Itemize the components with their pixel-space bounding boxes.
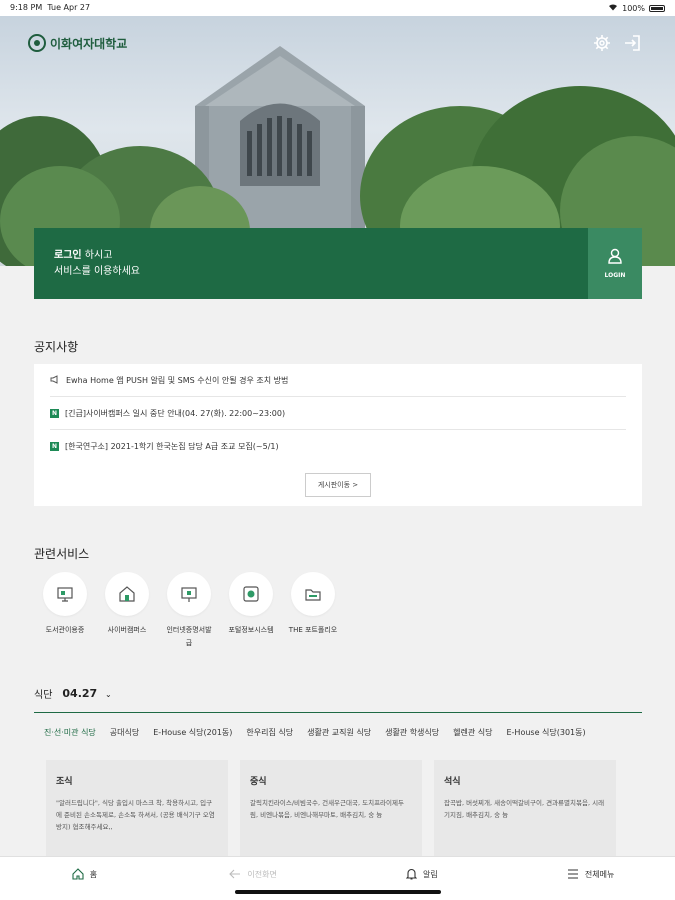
meal-card-dinner: 석식 잡곡밥, 버섯찌개, 새송이떡갈비구이, 견과류멸치볶음, 시래기지짐, … bbox=[434, 760, 616, 856]
user-icon bbox=[608, 248, 622, 266]
status-bar: 9:18 PM Tue Apr 27 100% bbox=[0, 0, 675, 16]
service-label: 사이버캠퍼스 bbox=[107, 626, 147, 634]
service-portfolio[interactable]: THE 포트폴리오 bbox=[282, 572, 344, 650]
library-icon bbox=[43, 572, 87, 616]
nav-back-label: 이전화면 bbox=[247, 870, 277, 879]
notice-text: [한국연구소] 2021-1학기 한국논집 담당 A급 조교 모집(~5/1) bbox=[65, 442, 279, 451]
meal-card-menu: 잡곡밥, 버섯찌개, 새송이떡갈비구이, 견과류멸치볶음, 시래기지짐, 배추김… bbox=[444, 799, 605, 819]
new-badge: N bbox=[50, 442, 59, 451]
folder-icon bbox=[291, 572, 335, 616]
meal-card-lunch: 중식 갈릭치킨라이스/비빔국수, 건새우근대국, 도치프라이제두림, 비엔나볶음… bbox=[240, 760, 422, 856]
meal-card-title: 중식 bbox=[250, 777, 267, 787]
megaphone-icon bbox=[50, 374, 60, 386]
status-time: 9:18 PM Tue Apr 27 bbox=[10, 3, 91, 12]
bell-icon bbox=[405, 868, 418, 882]
meal-card-menu: "알러드립니다", 식당 출입시 마스크 착, 착용하시고, 입구에 준비된 손… bbox=[56, 799, 215, 831]
notice-item[interactable]: N [긴급]사이버캠퍼스 일시 중단 안내(04. 27(화). 22:00~2… bbox=[50, 397, 626, 430]
notices-title: 공지사항 bbox=[34, 340, 79, 354]
chevron-down-icon: ⌄ bbox=[105, 690, 112, 699]
meal-card-breakfast: 조식 "알러드립니다", 식당 출입시 마스크 착, 착용하시고, 입구에 준비… bbox=[46, 760, 228, 856]
service-library[interactable]: 도서관이용증 bbox=[34, 572, 96, 650]
meal-card-title: 조식 bbox=[56, 777, 73, 787]
service-label: 포털정보시스템 bbox=[228, 626, 274, 634]
tab-restaurant[interactable]: 생활관 학생식당 bbox=[385, 727, 439, 738]
meal-date-selector[interactable]: 04.27 ⌄ bbox=[62, 687, 111, 700]
service-label: 인터넷증명서발급 bbox=[166, 626, 212, 647]
back-arrow-icon bbox=[229, 869, 241, 881]
notice-text: [긴급]사이버캠퍼스 일시 중단 안내(04. 27(화). 22:00~23:… bbox=[65, 408, 286, 418]
tab-restaurant[interactable]: 헬렌관 식당 bbox=[453, 727, 492, 738]
battery-percent: 100% bbox=[622, 3, 645, 13]
nav-alerts-label: 알림 bbox=[423, 870, 438, 879]
notice-item[interactable]: Ewha Home 앱 PUSH 알림 및 SMS 수신이 안될 경우 조치 방… bbox=[50, 364, 626, 397]
meal-title: 식단 bbox=[34, 690, 53, 701]
battery-icon bbox=[649, 4, 665, 12]
meal-card-title: 석식 bbox=[444, 777, 461, 787]
notice-text: Ewha Home 앱 PUSH 알림 및 SMS 수신이 안될 경우 조치 방… bbox=[66, 375, 289, 385]
services-title: 관련서비스 bbox=[34, 547, 90, 561]
service-certificate[interactable]: 인터넷증명서발급 bbox=[158, 572, 220, 650]
status-right: 100% bbox=[608, 3, 665, 13]
settings-gear-icon[interactable] bbox=[593, 34, 611, 52]
nav-menu[interactable]: 전체메뉴 bbox=[506, 857, 675, 900]
service-label: 도서관이용증 bbox=[45, 626, 85, 634]
nav-home[interactable]: 홈 bbox=[0, 857, 169, 900]
home-indicator bbox=[235, 890, 441, 894]
tab-restaurant[interactable]: E-House 식당(201동) bbox=[153, 727, 232, 738]
login-button-label: LOGIN bbox=[604, 272, 626, 279]
wifi-icon bbox=[608, 3, 618, 13]
login-button[interactable]: LOGIN bbox=[588, 228, 642, 299]
meal-header: 식단 04.27 ⌄ bbox=[34, 686, 112, 701]
menu-list-icon bbox=[567, 868, 579, 881]
nav-menu-label: 전체메뉴 bbox=[584, 870, 615, 879]
service-cybercampus[interactable]: 사이버캠퍼스 bbox=[96, 572, 158, 650]
service-label: THE 포트폴리오 bbox=[288, 626, 338, 634]
tab-restaurant[interactable]: 생활관 교직원 식당 bbox=[307, 727, 371, 738]
home-icon bbox=[72, 867, 84, 882]
meal-cards: 조식 "알러드립니다", 식당 출입시 마스크 착, 착용하시고, 입구에 준비… bbox=[46, 760, 616, 856]
board-more-button[interactable]: 게시판이동 > bbox=[305, 473, 371, 497]
ewha-logo[interactable]: 이화여자대학교 bbox=[28, 34, 127, 52]
notice-item[interactable]: N [한국연구소] 2021-1학기 한국논집 담당 A급 조교 모집(~5/1… bbox=[50, 430, 626, 463]
ewha-emblem-icon bbox=[28, 34, 46, 52]
tab-restaurant[interactable]: 공대식당 bbox=[110, 727, 139, 738]
certificate-icon bbox=[167, 572, 211, 616]
portal-icon bbox=[229, 572, 273, 616]
tab-restaurant[interactable]: E-House 식당(301동) bbox=[506, 727, 585, 738]
nav-home-label: 홈 bbox=[89, 870, 98, 879]
logo-text: 이화여자대학교 bbox=[50, 36, 128, 51]
services-list: 도서관이용증 사이버캠퍼스 인터넷증명서발급 포털정보시스템 THE 포트폴리오 bbox=[34, 572, 344, 650]
login-prompt-line2: 서비스를 이용하세요 bbox=[54, 266, 140, 277]
login-prompt: 로그인 하시고 서비스를 이용하세요 bbox=[34, 228, 588, 299]
tab-restaurant[interactable]: 진·선·미관 식당 bbox=[44, 727, 96, 738]
campus-icon bbox=[105, 572, 149, 616]
login-arrow-icon[interactable] bbox=[623, 34, 641, 52]
meal-card-menu: 갈릭치킨라이스/비빔국수, 건새우근대국, 도치프라이제두림, 비엔나볶음, 비… bbox=[250, 799, 404, 819]
service-portal[interactable]: 포털정보시스템 bbox=[220, 572, 282, 650]
tab-restaurant[interactable]: 한우리집 식당 bbox=[246, 727, 293, 738]
restaurant-tabs: 진·선·미관 식당 공대식당 E-House 식당(201동) 한우리집 식당 … bbox=[34, 712, 642, 738]
notices-list: Ewha Home 앱 PUSH 알림 및 SMS 수신이 안될 경우 조치 방… bbox=[34, 364, 642, 506]
login-banner[interactable]: 로그인 하시고 서비스를 이용하세요 LOGIN bbox=[34, 228, 642, 299]
new-badge: N bbox=[50, 408, 59, 418]
